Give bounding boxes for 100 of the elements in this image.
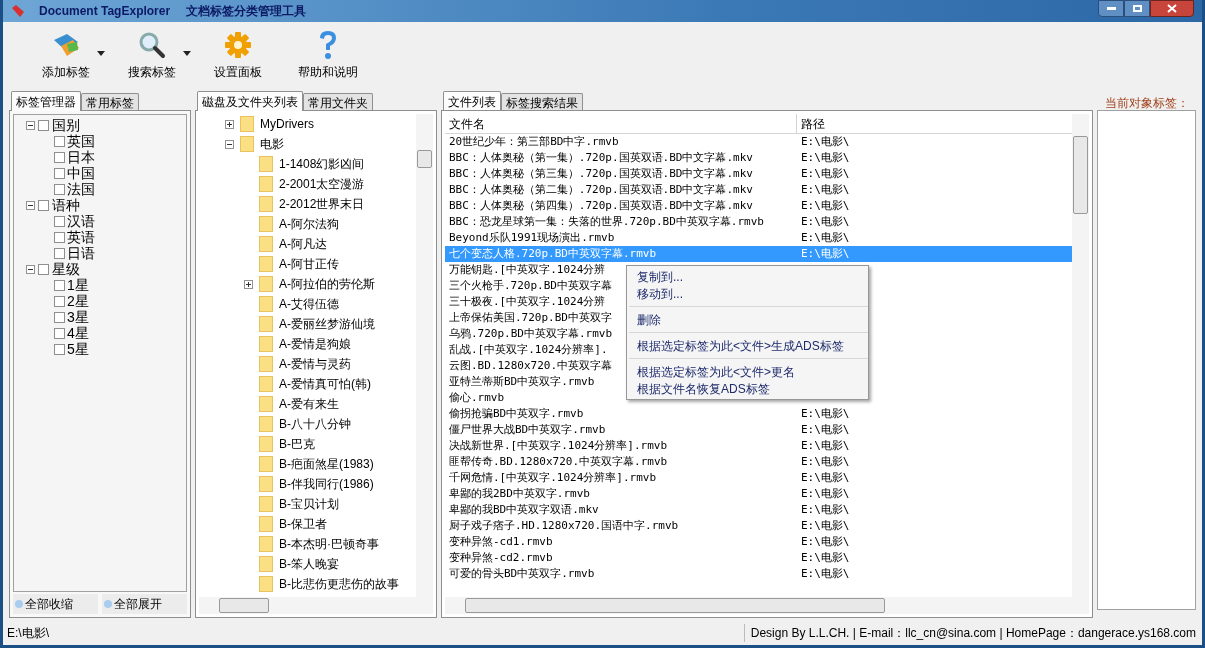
file-row[interactable]: 匪帮传奇.BD.1280x720.中英双字幕.rmvb E:\电影\ <box>445 454 1072 470</box>
tree-item[interactable]: 2星 <box>67 293 89 309</box>
file-row[interactable]: 亚特兰蒂斯BD中英双字.rmvb <box>445 374 595 390</box>
folder-item[interactable]: MyDrivers <box>260 115 314 133</box>
checkbox[interactable] <box>54 215 65 227</box>
checkbox[interactable] <box>54 295 65 307</box>
tab[interactable]: 标签管理器 <box>11 91 81 111</box>
checkbox[interactable] <box>54 135 65 147</box>
checkbox[interactable] <box>54 343 65 355</box>
scrollbar[interactable] <box>1072 114 1089 597</box>
tree-item[interactable]: 4星 <box>67 325 89 341</box>
folder-item[interactable]: B-比悲伤更悲伤的故事 <box>279 575 399 593</box>
folder-item[interactable]: 1-1408幻影凶间 <box>279 155 365 173</box>
minimize-button[interactable] <box>1098 0 1124 17</box>
file-row[interactable]: 卑鄙的我BD中英双字双语.mkv E:\电影\ <box>445 502 1072 518</box>
folder-item[interactable]: A-爱有来生 <box>279 395 339 413</box>
caret-icon[interactable] <box>97 51 105 56</box>
tree-item[interactable]: 英语 <box>67 229 95 245</box>
menu-item[interactable]: 删除 <box>627 311 868 328</box>
menu-item[interactable]: 移动到... <box>627 285 868 302</box>
checkbox[interactable] <box>54 247 65 259</box>
folder-item[interactable]: A-阿拉伯的劳伦斯 <box>279 275 375 293</box>
tree-item[interactable]: 语种 <box>52 197 80 213</box>
checkbox[interactable] <box>38 119 49 131</box>
tree-item[interactable]: 日本 <box>67 149 95 165</box>
folder-item[interactable]: 2-2012世界末日 <box>279 195 365 213</box>
folder-item[interactable]: B-疤面煞星(1983) <box>279 455 374 473</box>
tree-item[interactable]: 国别 <box>52 117 80 133</box>
checkbox[interactable] <box>54 279 65 291</box>
caret-icon[interactable] <box>183 51 191 56</box>
file-row[interactable]: 决战新世界.[中英双字.1024分辨率].rmvb E:\电影\ <box>445 438 1072 454</box>
folder-item[interactable]: A-阿甘正传 <box>279 255 339 273</box>
folder-item[interactable]: B-保卫者 <box>279 515 327 533</box>
file-row[interactable]: 变种异煞-cd1.rmvb E:\电影\ <box>445 534 1072 550</box>
collapse-icon[interactable] <box>26 120 35 130</box>
file-row[interactable]: 变种异煞-cd2.rmvb E:\电影\ <box>445 550 1072 566</box>
toolbar-button[interactable]: 添加标签 <box>23 29 109 81</box>
folder-item[interactable]: A-阿凡达 <box>279 235 327 253</box>
file-row[interactable]: 偷心.rmvb <box>445 390 505 406</box>
tab[interactable]: 磁盘及文件夹列表 <box>197 91 303 111</box>
checkbox[interactable] <box>54 183 65 195</box>
file-row[interactable]: 可爱的骨头BD中英双字.rmvb E:\电影\ <box>445 566 1072 582</box>
file-row[interactable]: 云图.BD.1280x720.中英双字幕 <box>445 358 613 374</box>
tree-item[interactable]: 1星 <box>67 277 89 293</box>
file-row[interactable]: 厨子戏子痞子.HD.1280x720.国语中字.rmvb E:\电影\ <box>445 518 1072 534</box>
file-row[interactable]: 三个火枪手.720p.BD中英双字幕 <box>445 278 612 294</box>
folder-item[interactable]: A-艾得伍德 <box>279 295 339 313</box>
checkbox[interactable] <box>54 167 65 179</box>
file-row[interactable]: BBC：人体奥秘（第三集）.720p.国英双语.BD中文字幕.mkv E:\电影\ <box>445 166 1072 182</box>
menu-item[interactable]: 复制到... <box>627 268 868 285</box>
toolbar-button[interactable]: 设置面板 <box>195 29 281 81</box>
tab[interactable]: 常用标签 <box>81 93 139 110</box>
folder-item[interactable]: 2-2001太空漫游 <box>279 175 365 193</box>
folder-item[interactable]: A-爱丽丝梦游仙境 <box>279 315 375 333</box>
collapse-icon[interactable] <box>26 264 35 274</box>
tree-item[interactable]: 法国 <box>67 181 95 197</box>
folder-item[interactable]: A-阿尔法狗 <box>279 215 339 233</box>
menu-item[interactable]: 根据文件名恢复ADS标签 <box>627 380 868 397</box>
file-row[interactable]: 乱战.[中英双字.1024分辨率]. <box>445 342 608 358</box>
tree-item[interactable]: 5星 <box>67 341 89 357</box>
toolbar-button[interactable]: 搜索标签 <box>109 29 195 81</box>
file-row[interactable]: 卑鄙的我2BD中英双字.rmvb E:\电影\ <box>445 486 1072 502</box>
folder-item[interactable]: A-爱情是狗娘 <box>279 335 351 353</box>
toolbar-button[interactable]: 帮助和说明 <box>285 29 371 81</box>
checkbox[interactable] <box>38 199 49 211</box>
scrollbar[interactable] <box>445 597 1089 614</box>
checkbox[interactable] <box>54 231 65 243</box>
file-row[interactable]: BBC：人体奥秘（第二集）.720p.国英双语.BD中文字幕.mkv E:\电影\ <box>445 182 1072 198</box>
maximize-button[interactable] <box>1124 0 1150 17</box>
folder-item[interactable]: 电影 <box>260 135 284 153</box>
folder-item[interactable]: B-巴克 <box>279 435 315 453</box>
tree-item[interactable]: 汉语 <box>67 213 95 229</box>
file-row[interactable]: 上帝保佑美国.720p.BD中英双字 <box>445 310 612 326</box>
tree-button[interactable]: 全部展开 <box>102 594 187 614</box>
file-row[interactable]: 僵尸世界大战BD中英双字.rmvb E:\电影\ <box>445 422 1072 438</box>
folder-item[interactable]: A-爱情真可怕(韩) <box>279 375 371 393</box>
checkbox[interactable] <box>38 263 49 275</box>
file-row[interactable]: BBC：人体奥秘（第一集）.720p.国英双语.BD中文字幕.mkv E:\电影\ <box>445 150 1072 166</box>
tree-item[interactable]: 星级 <box>52 261 80 277</box>
file-row[interactable]: BBC：人体奥秘（第四集）.720p.国英双语.BD中文字幕.mkv E:\电影\ <box>445 198 1072 214</box>
folder-item[interactable]: B-本杰明·巴顿奇事 <box>279 535 379 553</box>
checkbox[interactable] <box>54 327 65 339</box>
folder-item[interactable]: B-宝贝计划 <box>279 495 339 513</box>
close-button[interactable] <box>1150 0 1194 17</box>
tree-item[interactable]: 日语 <box>67 245 95 261</box>
file-row[interactable]: 20世纪少年：第三部BD中字.rmvb E:\电影\ <box>445 134 1072 150</box>
checkbox[interactable] <box>54 151 65 163</box>
folder-item[interactable]: B-笨人晚宴 <box>279 555 339 573</box>
file-row[interactable]: 万能钥匙.[中英双字.1024分辨 <box>445 262 606 278</box>
folder-item[interactable]: B-伴我同行(1986) <box>279 475 374 493</box>
scrollbar[interactable] <box>199 597 433 614</box>
folder-item[interactable]: B-八十八分钟 <box>279 415 351 433</box>
file-row[interactable]: BBC：恐龙星球第一集：失落的世界.720p.BD中英双字幕.rmvb E:\电影\ <box>445 214 1072 230</box>
column-header[interactable]: 路径 <box>797 114 1072 133</box>
tab[interactable]: 常用文件夹 <box>303 93 373 110</box>
expand-icon[interactable] <box>244 279 253 289</box>
file-row[interactable]: 三十极夜.[中英双字.1024分辨 <box>445 294 606 310</box>
checkbox[interactable] <box>54 311 65 323</box>
tree-item[interactable]: 中国 <box>67 165 95 181</box>
file-row[interactable]: 偷拐抢骗BD中英双字.rmvb E:\电影\ <box>445 406 1072 422</box>
